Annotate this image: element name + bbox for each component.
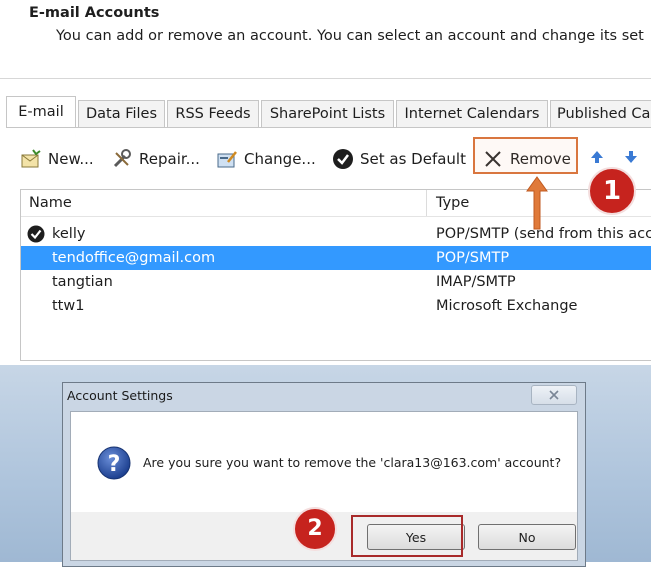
set-as-default-label: Set as Default bbox=[360, 150, 466, 168]
change-button[interactable]: Change... bbox=[216, 141, 316, 177]
remove-highlight-box bbox=[473, 137, 578, 174]
move-up-icon[interactable] bbox=[590, 150, 604, 164]
yes-highlight-box bbox=[351, 515, 463, 557]
check-icon bbox=[332, 148, 354, 170]
column-header-name[interactable]: Name bbox=[29, 190, 72, 216]
close-button[interactable] bbox=[531, 385, 577, 405]
change-icon bbox=[216, 148, 238, 170]
account-row[interactable]: ttw1 Microsoft Exchange bbox=[21, 294, 651, 318]
account-name: kelly bbox=[52, 226, 86, 242]
tab-email[interactable]: E-mail bbox=[6, 96, 76, 127]
step-2-badge: 2 bbox=[293, 507, 337, 551]
new-account-icon bbox=[20, 148, 42, 170]
repair-button[interactable]: Repair... bbox=[111, 141, 200, 177]
close-icon bbox=[549, 390, 559, 400]
tab-internet-calendars[interactable]: Internet Calendars bbox=[396, 100, 548, 127]
question-icon: ? bbox=[97, 446, 131, 480]
new-button-label: New... bbox=[48, 150, 94, 168]
column-header-type[interactable]: Type bbox=[436, 190, 469, 216]
account-name: tendoffice@gmail.com bbox=[52, 250, 216, 266]
repair-icon bbox=[111, 148, 133, 170]
repair-button-label: Repair... bbox=[139, 150, 200, 168]
account-type: IMAP/SMTP bbox=[436, 274, 516, 290]
annotation-arrow-icon bbox=[526, 176, 548, 230]
default-check-icon bbox=[27, 225, 45, 243]
account-row-selected[interactable]: tendoffice@gmail.com POP/SMTP bbox=[21, 246, 651, 270]
dialog-title: Account Settings bbox=[67, 388, 173, 403]
change-button-label: Change... bbox=[244, 150, 316, 168]
new-button[interactable]: New... bbox=[20, 141, 94, 177]
no-button[interactable]: No bbox=[478, 524, 576, 550]
tab-underline bbox=[6, 127, 651, 128]
account-row[interactable]: kelly POP/SMTP (send from this acc bbox=[21, 222, 651, 246]
svg-text:?: ? bbox=[108, 452, 121, 477]
account-list: Name Type kelly POP/SMTP (send from this… bbox=[20, 189, 651, 361]
account-name: ttw1 bbox=[52, 298, 85, 314]
section-title: E-mail Accounts bbox=[29, 5, 160, 21]
tab-rss-feeds[interactable]: RSS Feeds bbox=[167, 100, 259, 127]
account-type: Microsoft Exchange bbox=[436, 298, 578, 314]
tab-published-calendars[interactable]: Published Ca bbox=[550, 100, 651, 127]
header-underline bbox=[21, 216, 651, 217]
section-description: You can add or remove an account. You ca… bbox=[56, 28, 644, 44]
account-type: POP/SMTP bbox=[436, 250, 510, 266]
move-down-icon[interactable] bbox=[624, 150, 638, 164]
set-as-default-button[interactable]: Set as Default bbox=[332, 141, 466, 177]
account-settings-window: E-mail Accounts You can add or remove an… bbox=[0, 0, 651, 365]
tab-strip: E-mail Data Files RSS Feeds SharePoint L… bbox=[6, 96, 651, 128]
header-divider bbox=[0, 78, 651, 79]
account-row[interactable]: tangtian IMAP/SMTP bbox=[21, 270, 651, 294]
column-divider bbox=[426, 190, 427, 216]
tab-data-files[interactable]: Data Files bbox=[78, 100, 165, 127]
tab-sharepoint-lists[interactable]: SharePoint Lists bbox=[261, 100, 394, 127]
dialog-message: Are you sure you want to remove the 'cla… bbox=[143, 455, 562, 470]
account-name: tangtian bbox=[52, 274, 113, 290]
step-1-badge: 1 bbox=[588, 167, 636, 215]
